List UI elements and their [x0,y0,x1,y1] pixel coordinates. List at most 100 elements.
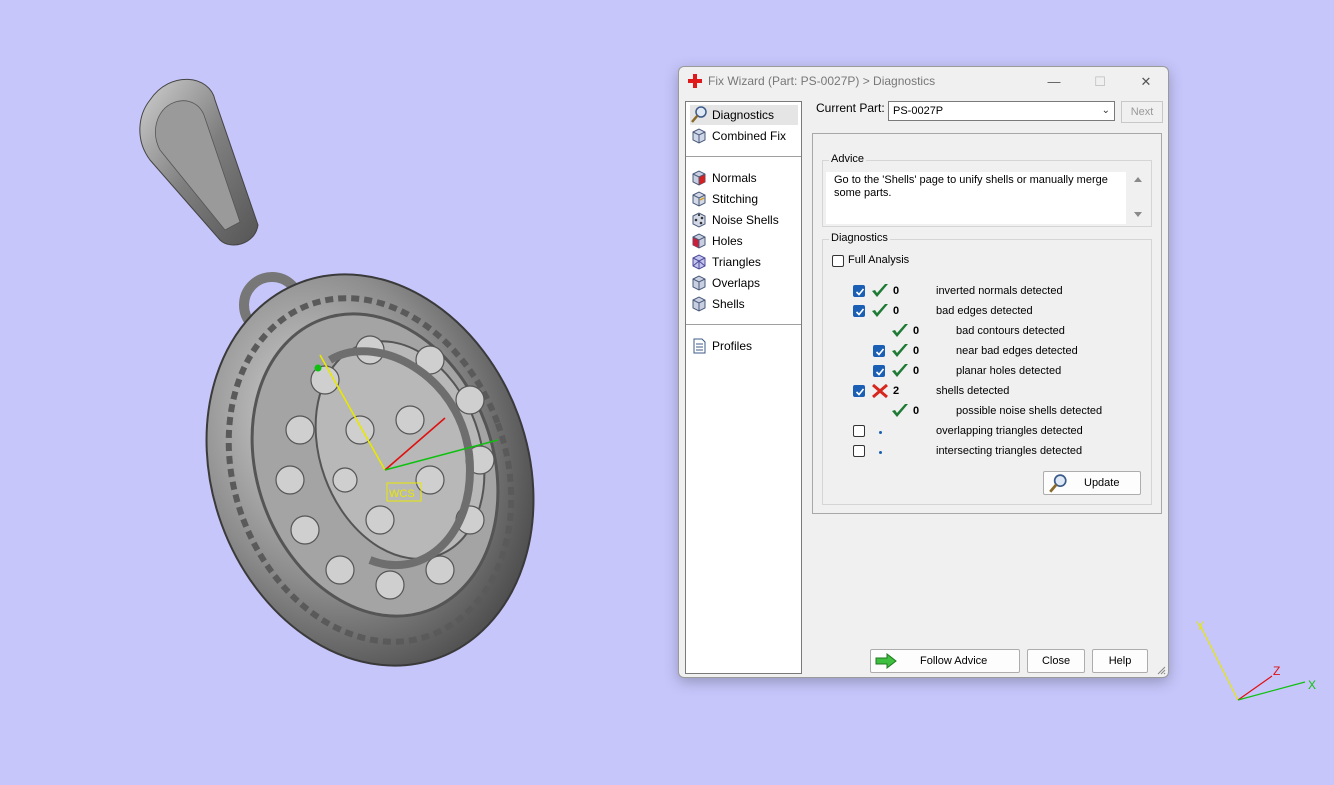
green-check-icon [872,284,888,297]
current-part-select[interactable]: PS-0027P ⌄ [888,101,1115,121]
full-analysis-checkbox[interactable] [832,255,844,267]
green-check-icon [872,304,888,317]
checkbox-near-bad-edges[interactable] [873,345,885,357]
advice-group: Advice Go to the 'Shells' page to unify … [822,153,1152,227]
count-near-bad-edges: 0 [913,345,920,357]
nav-item-profiles[interactable]: Profiles [690,336,798,356]
count-bad-edges: 0 [893,305,900,317]
follow-advice-label: Follow Advice [920,655,988,667]
green-check-icon [892,404,908,417]
wizard-nav-panel: Diagnostics Combined Fix Normals Stitchi… [685,101,802,674]
diagnostics-group: Diagnostics Full Analysis 0 inverted nor… [822,232,1152,505]
stitching-cube-icon [692,191,706,207]
checkbox-planar-holes[interactable] [873,365,885,377]
nav-label: Diagnostics [712,108,775,122]
count-planar-holes: 0 [913,365,920,377]
noise-shells-cube-icon [692,212,706,228]
nav-item-shells[interactable]: Shells [690,294,798,314]
label-planar-holes: planar holes detected [956,365,1062,377]
green-check-icon [892,364,908,377]
checkbox-bad-edges[interactable] [853,305,865,317]
nav-item-holes[interactable]: Holes [690,231,798,251]
chevron-down-icon: ⌄ [1101,105,1110,116]
nav-item-diagnostics[interactable]: Diagnostics [690,105,798,125]
green-check-icon [892,324,908,337]
maximize-button[interactable]: ☐ [1077,70,1123,94]
red-x-icon [872,383,888,399]
axis-indicator: Y Z X [1196,619,1316,701]
axis-y-label: Y [1196,619,1204,633]
profiles-document-icon [693,338,706,354]
nav-label: Stitching [712,192,759,206]
label-near-bad-edges: near bad edges detected [956,345,1078,357]
nav-divider [686,324,801,325]
checkbox-intersecting-triangles[interactable] [853,445,865,457]
close-window-button[interactable]: ✕ [1123,70,1169,94]
diagnostics-title: Diagnostics [829,232,890,244]
nav-label: Normals [712,171,757,185]
nav-item-triangles[interactable]: Triangles [690,252,798,272]
full-analysis-label: Full Analysis [848,254,910,266]
combined-fix-icon [692,128,706,144]
close-button[interactable]: Close [1027,649,1085,673]
count-shells: 2 [893,385,900,397]
axis-x-label: X [1308,678,1316,692]
resize-grip-icon[interactable] [1156,665,1166,675]
label-noise-shells: possible noise shells detected [956,405,1103,417]
nav-label: Profiles [712,339,753,353]
label-inverted-normals: inverted normals detected [936,285,1063,297]
checkbox-inverted-normals[interactable] [853,285,865,297]
pending-dot-icon [879,451,882,454]
checkbox-shells[interactable] [853,385,865,397]
window-title: Fix Wizard (Part: PS-0027P) > Diagnostic… [708,74,936,88]
magnifier-icon [691,106,707,123]
nav-label: Shells [712,297,745,311]
nav-item-combined-fix[interactable]: Combined Fix [690,126,798,146]
nav-divider [686,156,801,157]
minimize-button[interactable]: — [1031,70,1077,94]
label-bad-contours: bad contours detected [956,325,1065,337]
triangles-cube-icon [692,254,706,270]
magnifier-icon [1049,474,1067,493]
update-button[interactable]: Update [1043,471,1141,495]
count-inverted-normals: 0 [893,285,900,297]
label-shells: shells detected [936,385,1010,397]
advice-title: Advice [829,153,867,165]
pendant-model [205,272,535,667]
current-part-value: PS-0027P [893,105,944,117]
label-intersecting-triangles: intersecting triangles detected [936,445,1083,457]
nav-label: Holes [712,234,743,248]
help-button[interactable]: Help [1092,649,1148,673]
pendant-bail [139,78,259,246]
shells-cube-icon [692,296,706,312]
wcs-label: WCS [389,488,415,500]
nav-item-stitching[interactable]: Stitching [690,189,798,209]
fix-wizard-dialog: Fix Wizard (Part: PS-0027P) > Diagnostic… [678,66,1169,678]
green-check-icon [892,344,908,357]
pending-dot-icon [879,431,882,434]
follow-advice-button[interactable]: Follow Advice [870,649,1020,673]
next-button[interactable]: Next [1121,101,1163,123]
count-noise-shells: 0 [913,405,920,417]
diagnostics-page: Advice Go to the 'Shells' page to unify … [812,133,1162,514]
title-bar[interactable]: Fix Wizard (Part: PS-0027P) > Diagnostic… [679,67,1168,95]
advice-scrollbar[interactable] [1131,173,1145,221]
checkbox-overlapping-triangles[interactable] [853,425,865,437]
nav-label: Noise Shells [712,213,779,227]
axis-z-label: Z [1273,664,1280,678]
overlaps-cube-icon [692,275,706,291]
holes-cube-icon [692,233,706,249]
nav-label: Triangles [712,255,761,269]
count-bad-contours: 0 [913,325,920,337]
nav-item-noise-shells[interactable]: Noise Shells [690,210,798,230]
update-label: Update [1084,477,1120,489]
red-cross-icon [688,74,702,88]
label-overlapping-triangles: overlapping triangles detected [936,425,1083,437]
nav-label: Combined Fix [712,129,787,143]
normals-cube-icon [692,170,706,186]
label-bad-edges: bad edges detected [936,305,1033,317]
nav-item-normals[interactable]: Normals [690,168,798,188]
nav-item-overlaps[interactable]: Overlaps [690,273,798,293]
advice-text: Go to the 'Shells' page to unify shells … [826,172,1126,224]
green-arrow-icon [875,653,897,669]
